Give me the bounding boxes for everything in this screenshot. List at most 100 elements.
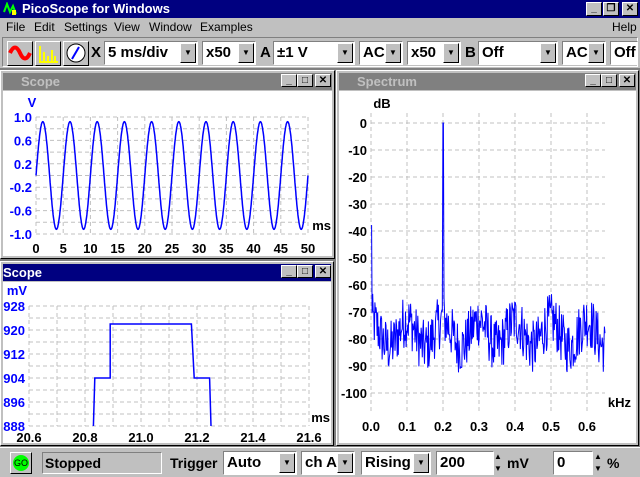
- channel-a-multiplier-value: x50: [411, 44, 437, 61]
- spectrum-view-button[interactable]: [35, 41, 61, 66]
- chevron-down-icon[interactable]: ▼: [337, 453, 353, 473]
- threshold-value: 200: [440, 454, 466, 471]
- minimize-button[interactable]: _: [585, 74, 601, 87]
- status-bar: GO Stopped Trigger Auto ▼ ch A ▼ Rising ▼ 2…: [0, 447, 640, 477]
- x-tick-label: 20.6: [16, 430, 41, 443]
- meter-view-button[interactable]: [63, 41, 89, 66]
- x-tick-label: 45: [274, 241, 288, 256]
- threshold-unit: mV: [507, 455, 529, 471]
- x-axis-unit: kHz: [608, 395, 632, 410]
- x-tick-label: 21.4: [240, 430, 266, 443]
- x-multiplier-select[interactable]: x50 ▼: [202, 41, 256, 65]
- menu-help[interactable]: Help: [612, 18, 637, 36]
- channel-b-coupling-select[interactable]: AC ▼: [562, 41, 606, 65]
- y-tick-label: -90: [348, 359, 367, 374]
- maximize-button[interactable]: □: [601, 74, 617, 87]
- timebase-select[interactable]: 5 ms/div ▼: [104, 41, 198, 65]
- scope-plot-2[interactable]: 928 920 912 904 896 888 20.6 20.8 21.0 21.2 21.4 21…: [3, 282, 331, 445]
- spectrum-bars-icon: [39, 46, 58, 63]
- channel-b-extra-select[interactable]: Off: [610, 41, 638, 65]
- toolbar: X 5 ms/div ▼ x50 ▼ A ±1 V ▼ AC ▼ x50 ▼ B Off ▼…: [2, 37, 638, 67]
- scope-view-button[interactable]: [7, 41, 33, 66]
- maximize-button[interactable]: □: [297, 74, 313, 87]
- minimize-button[interactable]: _: [586, 2, 602, 16]
- restore-button[interactable]: ❐: [603, 2, 619, 16]
- channel-a-coupling-select[interactable]: AC ▼: [359, 41, 403, 65]
- trigger-channel-select[interactable]: ch A ▼: [301, 451, 355, 475]
- go-button[interactable]: GO: [10, 452, 32, 474]
- channel-a-multiplier-select[interactable]: x50 ▼: [407, 41, 461, 65]
- chevron-down-icon[interactable]: ▼: [337, 43, 353, 63]
- menu-examples[interactable]: Examples: [200, 18, 253, 36]
- y-tick-label: -0.6: [10, 204, 32, 219]
- chevron-down-icon[interactable]: ▼: [588, 43, 604, 63]
- x-tick-label: 0.5: [542, 419, 560, 434]
- close-button[interactable]: ✕: [315, 74, 331, 87]
- chevron-down-icon[interactable]: ▼: [540, 43, 556, 63]
- menu-window[interactable]: Window: [149, 18, 192, 36]
- menu-file[interactable]: File: [6, 18, 25, 36]
- maximize-button[interactable]: □: [297, 265, 313, 278]
- menu-settings[interactable]: Settings: [64, 18, 107, 36]
- trigger-edge-value: Rising: [365, 454, 411, 471]
- app-title: PicoScope for Windows: [22, 1, 170, 16]
- channel-a-coupling-value: AC: [363, 44, 385, 61]
- x-tick-label: 0: [32, 241, 39, 256]
- y-axis-unit: V: [28, 95, 37, 110]
- close-button[interactable]: ✕: [619, 74, 635, 87]
- channel-b-range-select[interactable]: Off ▼: [478, 41, 558, 65]
- minimize-button[interactable]: _: [281, 74, 297, 87]
- x-tick-label: 0.6: [578, 419, 596, 434]
- trigger-threshold-input[interactable]: 200: [436, 451, 494, 475]
- menu-bar: File Edit Settings View Window Examples …: [0, 18, 640, 36]
- scope-window-2[interactable]: Scope _ □ ✕ 928 920 912 904 896 888 20.6 20.8 21.0…: [0, 261, 334, 446]
- channel-b-extra-value: Off: [614, 44, 636, 61]
- menu-view[interactable]: View: [114, 18, 140, 36]
- scope-plot-1[interactable]: 1.0 0.6 0.2 -0.2 -0.6 -1.0 0 5 10 15 20 25 30 35 40 45 5…: [3, 91, 332, 256]
- trigger-channel-value: ch A: [305, 454, 337, 471]
- chevron-down-icon[interactable]: ▼: [413, 453, 429, 473]
- y-tick-label: -0.2: [10, 180, 32, 195]
- delay-unit: %: [607, 455, 620, 471]
- chevron-down-icon[interactable]: ▼: [279, 453, 295, 473]
- chevron-down-icon[interactable]: ▼: [385, 43, 401, 63]
- y-tick-label: 904: [3, 371, 25, 386]
- trigger-edge-select[interactable]: Rising ▼: [361, 451, 431, 475]
- go-icon: GO: [13, 455, 29, 471]
- chevron-down-icon[interactable]: ▼: [180, 43, 196, 63]
- threshold-spinner[interactable]: ▲ ▼: [494, 451, 506, 475]
- scope-waveform-icon: [8, 45, 32, 61]
- y-tick-label: -30: [348, 197, 367, 212]
- close-button[interactable]: ✕: [315, 265, 331, 278]
- scope-window-1[interactable]: Scope _ □ ✕ 1.0 0.6 0.2 -0.2 -0.6 -1.0 0 5 10 15 20 2…: [0, 70, 335, 259]
- trigger-mode-select[interactable]: Auto ▼: [223, 451, 297, 475]
- step-trace: [92, 323, 212, 427]
- y-tick-label: 1.0: [14, 110, 32, 125]
- menu-edit[interactable]: Edit: [34, 18, 55, 36]
- x-tick-label: 30: [192, 241, 206, 256]
- trigger-label: Trigger: [170, 455, 218, 471]
- y-tick-label: -70: [348, 305, 367, 320]
- channel-b-coupling-value: AC: [566, 44, 588, 61]
- x-tick-label: 25: [165, 241, 179, 256]
- close-button[interactable]: ✕: [622, 2, 638, 16]
- minimize-button[interactable]: _: [281, 265, 297, 278]
- chevron-down-icon[interactable]: ▼: [443, 43, 459, 63]
- channel-a-range-select[interactable]: ±1 V ▼: [273, 41, 355, 65]
- spectrum-plot[interactable]: 0 -10 -20 -30 -40 -50 -60 -70 -80 -90 -100 0.0 0.1 0.…: [339, 91, 636, 443]
- y-tick-label: 896: [3, 395, 25, 410]
- scope-window-2-title: Scope _ □ ✕: [3, 264, 331, 281]
- x-axis-unit: ms: [311, 410, 330, 425]
- y-tick-label: -10: [348, 143, 367, 158]
- x-tick-label: 40: [246, 241, 260, 256]
- delay-spinner[interactable]: ▲ ▼: [594, 451, 606, 475]
- chevron-down-icon[interactable]: ▼: [238, 43, 254, 63]
- trigger-delay-input[interactable]: 0: [553, 451, 593, 475]
- meter-dial-icon: [66, 43, 86, 63]
- x-tick-label: 35: [219, 241, 233, 256]
- picoscope-logo-icon: [3, 2, 17, 15]
- x-tick-label: 0.4: [506, 419, 525, 434]
- spectrum-window[interactable]: Spectrum _ □ ✕ 0 -10 -20 -30 -40 -50 -60 -70 -80 -9…: [336, 70, 639, 446]
- x-tick-label: 0.1: [398, 419, 416, 434]
- app-title-bar: PicoScope for Windows _ ❐ ✕: [0, 0, 640, 18]
